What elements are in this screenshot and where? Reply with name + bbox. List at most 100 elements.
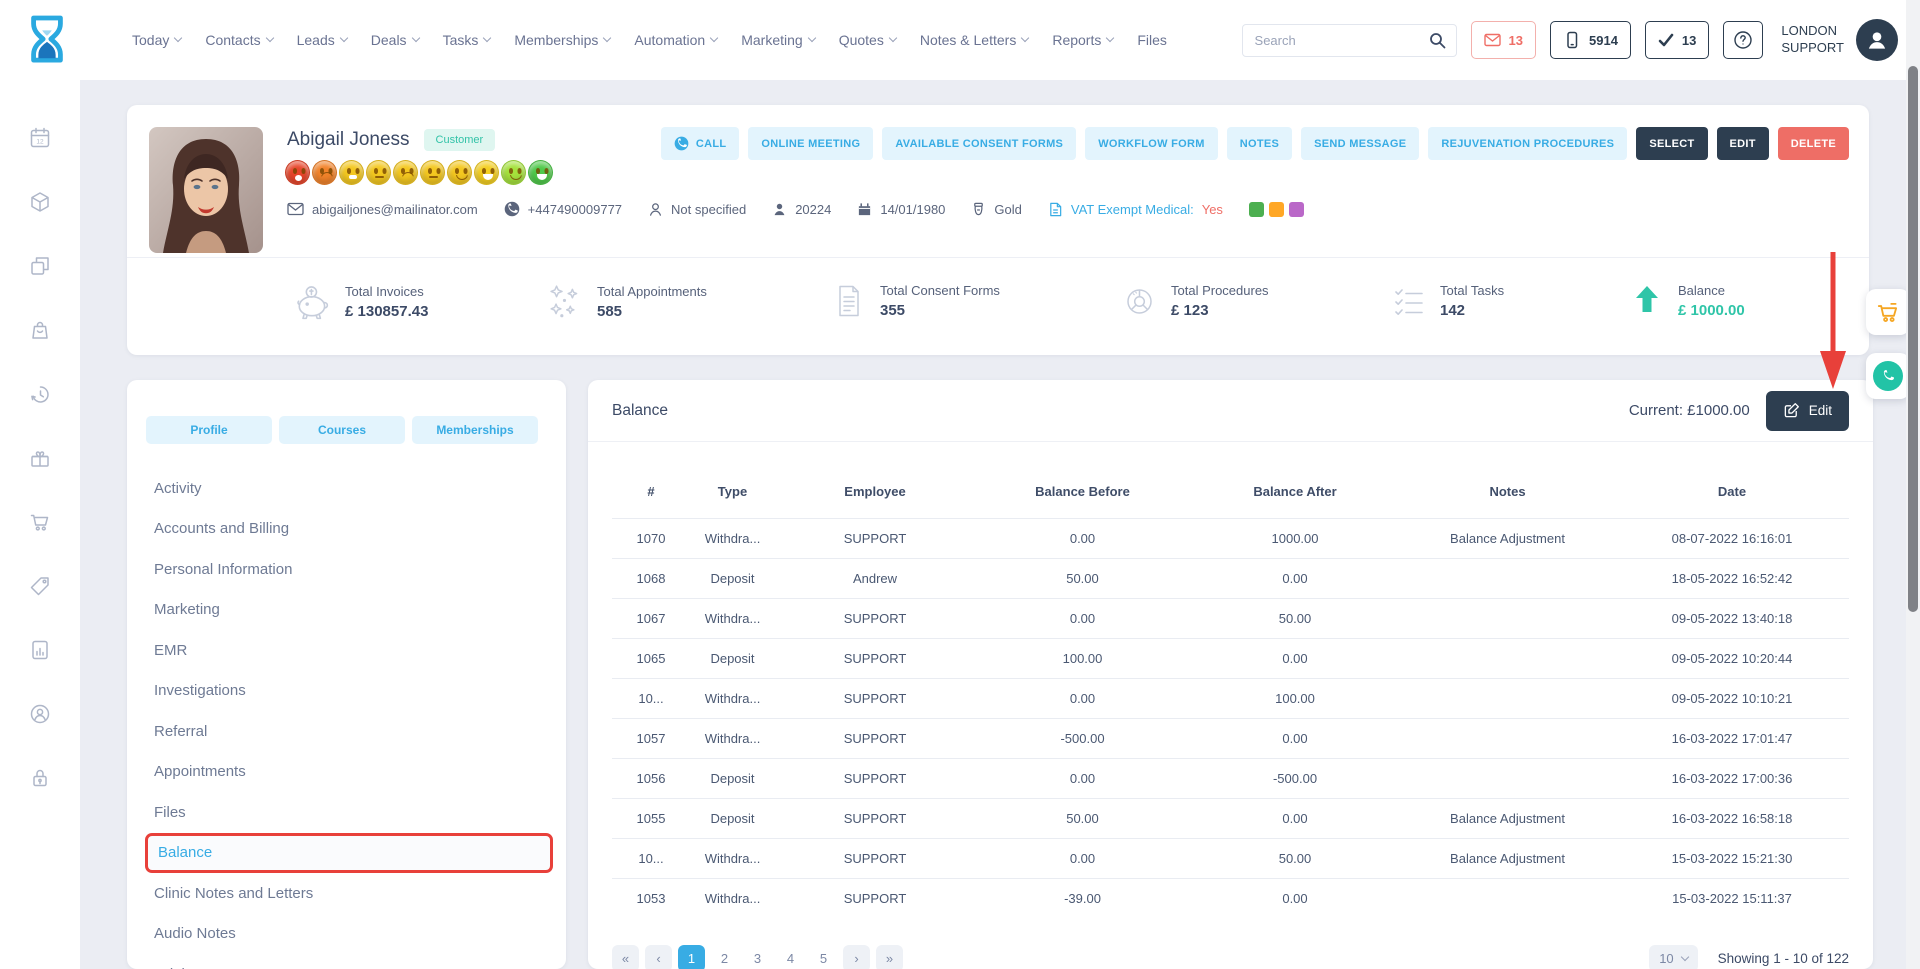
reports-icon[interactable] — [28, 638, 52, 662]
nav-item[interactable]: Reports — [1052, 32, 1113, 48]
send-message-button[interactable]: SEND MESSAGE — [1301, 127, 1419, 160]
profile-menu-item[interactable]: Drinks — [154, 954, 552, 969]
mood-face-icon[interactable] — [285, 160, 310, 185]
table-header-cell: Employee — [775, 442, 975, 519]
cell-id: 1070 — [612, 519, 690, 559]
search-input[interactable] — [1253, 32, 1429, 49]
page-size-select[interactable]: 10 — [1649, 945, 1697, 969]
mood-face-icon[interactable] — [339, 160, 364, 185]
current-balance-label: Current: £1000.00 — [1629, 402, 1750, 419]
page-button[interactable]: 2 — [711, 945, 738, 969]
help-button[interactable] — [1723, 21, 1763, 59]
page-button[interactable]: › — [843, 945, 870, 969]
profile-menu-item[interactable]: Investigations — [154, 671, 552, 712]
nav-item[interactable]: Automation — [634, 32, 717, 48]
calendar-icon[interactable]: 12 — [28, 126, 52, 150]
profile-menu-item[interactable]: Activity — [154, 468, 552, 509]
products-cube-icon[interactable] — [28, 190, 52, 214]
stat-value: £ 123 — [1171, 302, 1269, 319]
page-button[interactable]: 5 — [810, 945, 837, 969]
nav-item[interactable]: Deals — [371, 32, 419, 48]
profile-menu-item[interactable]: EMR — [154, 630, 552, 671]
delete-button[interactable]: DELETE — [1778, 127, 1849, 160]
gift-icon[interactable] — [28, 446, 52, 470]
nav-item[interactable]: Quotes — [839, 32, 896, 48]
page-button[interactable]: « — [612, 945, 639, 969]
page-button[interactable]: » — [876, 945, 903, 969]
chevron-down-icon — [603, 34, 611, 42]
edit-profile-button[interactable]: EDIT — [1717, 127, 1769, 160]
profile-tab[interactable]: Memberships — [412, 416, 538, 444]
mood-face-icon[interactable] — [366, 160, 391, 185]
cell-employee: SUPPORT — [775, 639, 975, 679]
app-logo-icon[interactable] — [24, 13, 70, 67]
cell-balance-before: 50.00 — [975, 799, 1190, 839]
history-icon[interactable] — [28, 382, 52, 406]
mood-face-icon[interactable] — [393, 160, 418, 185]
search-box[interactable] — [1242, 24, 1457, 57]
chevron-down-icon — [1680, 952, 1688, 960]
cart-icon[interactable] — [28, 510, 52, 534]
person-id-icon — [772, 202, 787, 217]
current-user-name[interactable]: LONDON SUPPORT — [1781, 23, 1844, 57]
nav-item[interactable]: Notes & Letters — [920, 32, 1029, 48]
nav-item[interactable]: Memberships — [514, 32, 610, 48]
rejuvenation-procedures-button[interactable]: REJUVENATION PROCEDURES — [1428, 127, 1627, 160]
nav-item[interactable]: Marketing — [741, 32, 814, 48]
mood-face-icon[interactable] — [474, 160, 499, 185]
page-button[interactable]: 4 — [777, 945, 804, 969]
profile-menu-item[interactable]: Audio Notes — [154, 914, 552, 955]
user-avatar[interactable] — [1856, 19, 1898, 61]
page-button[interactable]: 1 — [678, 945, 705, 969]
page-button[interactable]: ‹ — [645, 945, 672, 969]
profile-menu-item[interactable]: Accounts and Billing — [154, 509, 552, 550]
profile-tab[interactable]: Courses — [279, 416, 405, 444]
nav-item-label: Automation — [634, 32, 705, 48]
nav-item[interactable]: Tasks — [443, 32, 491, 48]
calls-badge[interactable]: 5914 — [1550, 21, 1631, 59]
mood-face-icon[interactable] — [528, 160, 553, 185]
security-lock-icon[interactable] — [28, 766, 52, 790]
select-button[interactable]: SELECT — [1636, 127, 1707, 160]
bookings-bag-icon[interactable] — [28, 318, 52, 342]
profile-menu-item[interactable]: Referral — [154, 711, 552, 752]
duplicates-icon[interactable] — [28, 254, 52, 278]
call-button[interactable]: CALL — [661, 127, 740, 160]
notes-button[interactable]: NOTES — [1227, 127, 1292, 160]
stat-total-invoices: Total Invoices £ 130857.43 — [294, 283, 428, 321]
nav-item[interactable]: Leads — [297, 32, 347, 48]
nav-item[interactable]: Files — [1137, 32, 1167, 48]
search-icon[interactable] — [1429, 32, 1446, 49]
edit-balance-button[interactable]: Edit — [1766, 391, 1849, 431]
cell-date: 15-03-2022 15:21:30 — [1615, 839, 1849, 879]
chevron-down-icon — [174, 34, 182, 42]
online-meeting-button[interactable]: ONLINE MEETING — [748, 127, 873, 160]
nav-item[interactable]: Contacts — [205, 32, 272, 48]
nav-item[interactable]: Today — [132, 32, 181, 48]
consent-forms-button[interactable]: AVAILABLE CONSENT FORMS — [882, 127, 1076, 160]
profile-menu-item[interactable]: Personal Information — [154, 549, 552, 590]
cell-employee: SUPPORT — [775, 599, 975, 639]
mood-face-icon[interactable] — [447, 160, 472, 185]
profile-menu-item-label: Personal Information — [154, 561, 292, 578]
pricing-tag-icon[interactable] — [28, 574, 52, 598]
profile-menu-item[interactable]: Balance — [145, 833, 553, 874]
profile-tab[interactable]: Profile — [146, 416, 272, 444]
workflow-form-button[interactable]: WORKFLOW FORM — [1085, 127, 1218, 160]
scrollbar-thumb[interactable] — [1908, 66, 1918, 612]
profile-menu-item[interactable]: Appointments — [154, 752, 552, 793]
mood-face-icon[interactable] — [420, 160, 445, 185]
customers-icon[interactable] — [28, 702, 52, 726]
cell-date: 09-05-2022 10:10:21 — [1615, 679, 1849, 719]
floating-cart-button[interactable] — [1866, 289, 1910, 335]
mood-face-icon[interactable] — [312, 160, 337, 185]
profile-menu-item[interactable]: Clinic Notes and Letters — [154, 873, 552, 914]
messages-badge[interactable]: 13 — [1471, 21, 1536, 59]
tasks-badge[interactable]: 13 — [1645, 21, 1709, 59]
floating-call-button[interactable] — [1866, 353, 1910, 399]
mood-face-icon[interactable] — [501, 160, 526, 185]
balance-table-header: # Type Employee Balance Before Balance A… — [612, 442, 1849, 519]
profile-menu-item[interactable]: Files — [154, 792, 552, 833]
profile-menu-item[interactable]: Marketing — [154, 590, 552, 631]
page-button[interactable]: 3 — [744, 945, 771, 969]
